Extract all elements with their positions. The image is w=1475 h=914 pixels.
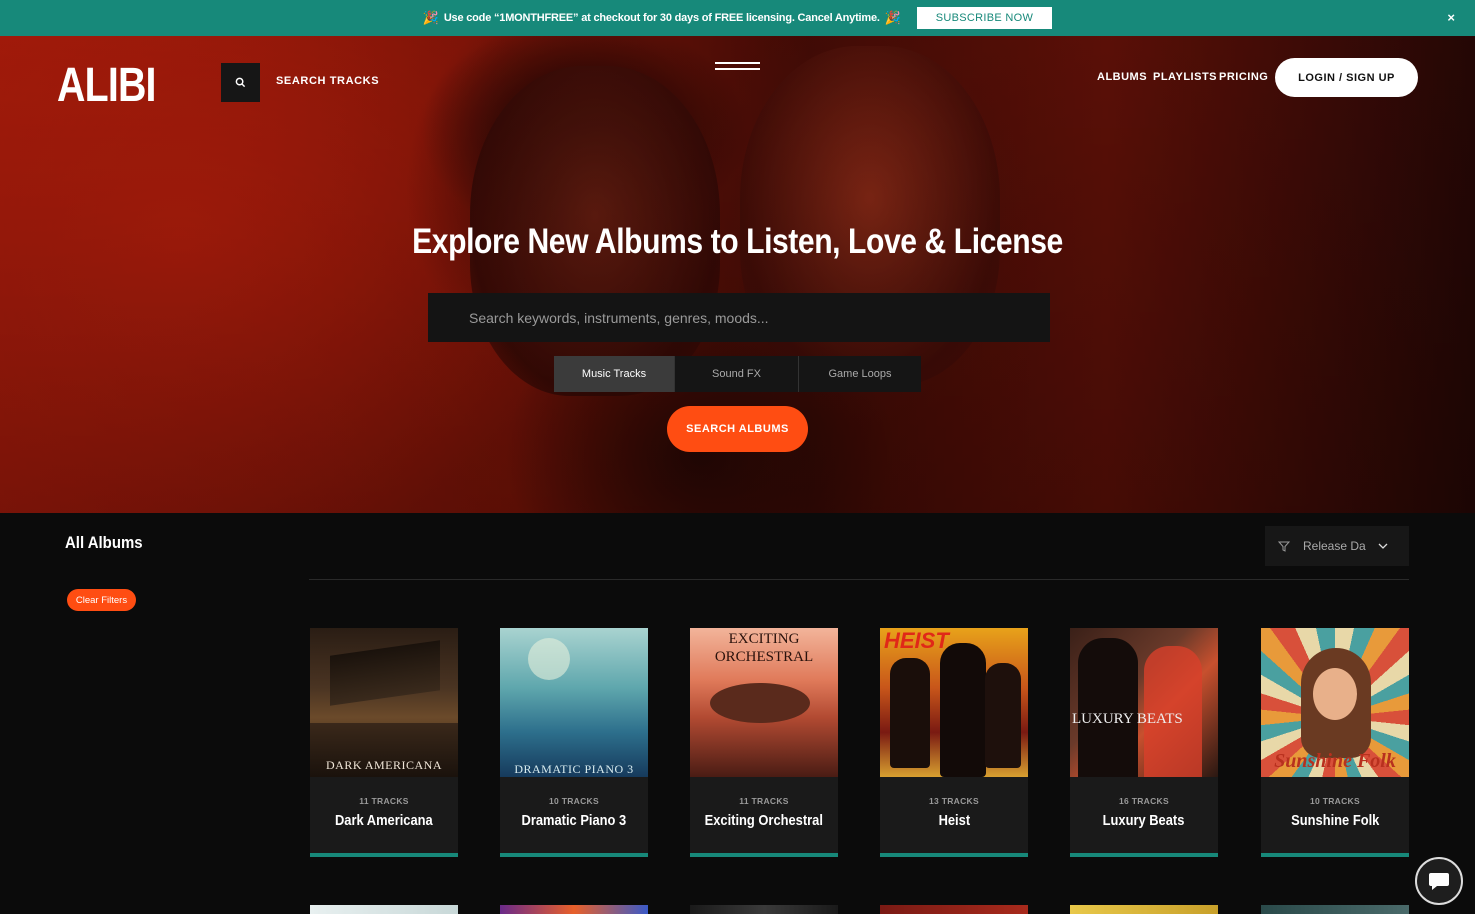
- nav-pricing[interactable]: PRICING: [1219, 71, 1268, 83]
- album-cover: Sunshine Folk: [1261, 628, 1409, 777]
- search-tracks-link[interactable]: SEARCH TRACKS: [276, 75, 379, 87]
- filter-icon: [1278, 541, 1290, 552]
- album-card[interactable]: LUXURY BEATS 16 TRACKS Luxury Beats: [1070, 628, 1218, 857]
- nav-albums[interactable]: ALBUMS: [1097, 71, 1147, 83]
- section-heading: All Albums: [65, 533, 143, 552]
- promo-text: Use code “1MONTHFREE” at checkout for 30…: [443, 12, 880, 24]
- sort-select[interactable]: Release Da: [1265, 526, 1409, 566]
- tab-sound-fx[interactable]: Sound FX: [675, 356, 799, 392]
- alibi-logo[interactable]: ALIBI: [57, 58, 156, 113]
- tab-music-tracks[interactable]: Music Tracks: [554, 356, 675, 392]
- hero-search-input[interactable]: Search keywords, instruments, genres, mo…: [428, 293, 1050, 342]
- album-card[interactable]: DRAMATIC PIANO 3 10 TRACKS Dramatic Pian…: [500, 628, 648, 857]
- party-icon: 🎉: [422, 10, 439, 25]
- search-icon: [235, 77, 246, 88]
- promo-banner: 🎉 Use code “1MONTHFREE” at checkout for …: [0, 0, 1475, 36]
- album-track-count: 11 TRACKS: [739, 796, 789, 806]
- album-card-peek[interactable]: [690, 905, 838, 914]
- nav-playlists[interactable]: PLAYLISTS: [1153, 71, 1217, 83]
- chat-bubble-icon: [1429, 873, 1449, 890]
- album-title: Sunshine Folk: [1290, 812, 1380, 829]
- album-track-count: 13 TRACKS: [929, 796, 979, 806]
- album-title: Exciting Orchestral: [704, 812, 824, 829]
- album-card[interactable]: Sunshine Folk 10 TRACKS Sunshine Folk: [1261, 628, 1409, 857]
- close-icon[interactable]: ×: [1447, 10, 1455, 25]
- album-card-peek[interactable]: [310, 905, 458, 914]
- album-card[interactable]: DARK AMERICANA 11 TRACKS Dark Americana: [310, 628, 458, 857]
- album-track-count: 11 TRACKS: [359, 796, 409, 806]
- tab-game-loops[interactable]: Game Loops: [799, 356, 921, 392]
- album-card-peek[interactable]: [500, 905, 648, 914]
- party-icon: 🎉: [884, 10, 901, 25]
- album-cover: EXCITING ORCHESTRAL: [690, 628, 838, 777]
- chat-button[interactable]: [1415, 857, 1463, 905]
- album-title: Luxury Beats: [1103, 812, 1185, 829]
- promo-message: 🎉 Use code “1MONTHFREE” at checkout for …: [423, 10, 901, 26]
- album-cover: DRAMATIC PIANO 3: [500, 628, 648, 777]
- album-track-count: 16 TRACKS: [1119, 796, 1169, 806]
- search-button[interactable]: [221, 63, 260, 102]
- album-title: Dark Americana: [335, 812, 433, 829]
- album-title: Dramatic Piano 3: [521, 812, 627, 829]
- album-cover: HEIST: [880, 628, 1028, 777]
- album-card[interactable]: HEIST 13 TRACKS Heist: [880, 628, 1028, 857]
- login-signup-button[interactable]: LOGIN / SIGN UP: [1275, 58, 1418, 97]
- album-track-count: 10 TRACKS: [549, 796, 599, 806]
- album-cover: DARK AMERICANA: [310, 628, 458, 777]
- album-card[interactable]: EXCITING ORCHESTRAL 11 TRACKS Exciting O…: [690, 628, 838, 857]
- divider: [309, 579, 1409, 580]
- menu-icon[interactable]: [715, 62, 760, 72]
- hero-title: Explore New Albums to Listen, Love & Lic…: [412, 222, 1063, 261]
- album-card-peek[interactable]: [1070, 905, 1218, 914]
- chevron-down-icon: [1378, 543, 1388, 549]
- content-type-tabs: Music Tracks Sound FX Game Loops: [554, 356, 921, 392]
- album-title: Heist: [938, 812, 970, 829]
- album-card-peek[interactable]: [1261, 905, 1409, 914]
- subscribe-now-button[interactable]: SUBSCRIBE NOW: [916, 7, 1053, 29]
- album-track-count: 10 TRACKS: [1310, 796, 1360, 806]
- search-albums-button[interactable]: SEARCH ALBUMS: [667, 406, 808, 452]
- album-card-peek[interactable]: [880, 905, 1028, 914]
- album-cover: LUXURY BEATS: [1070, 628, 1218, 777]
- sort-value: Release Da: [1303, 539, 1366, 553]
- clear-filters-button[interactable]: Clear Filters: [67, 589, 136, 611]
